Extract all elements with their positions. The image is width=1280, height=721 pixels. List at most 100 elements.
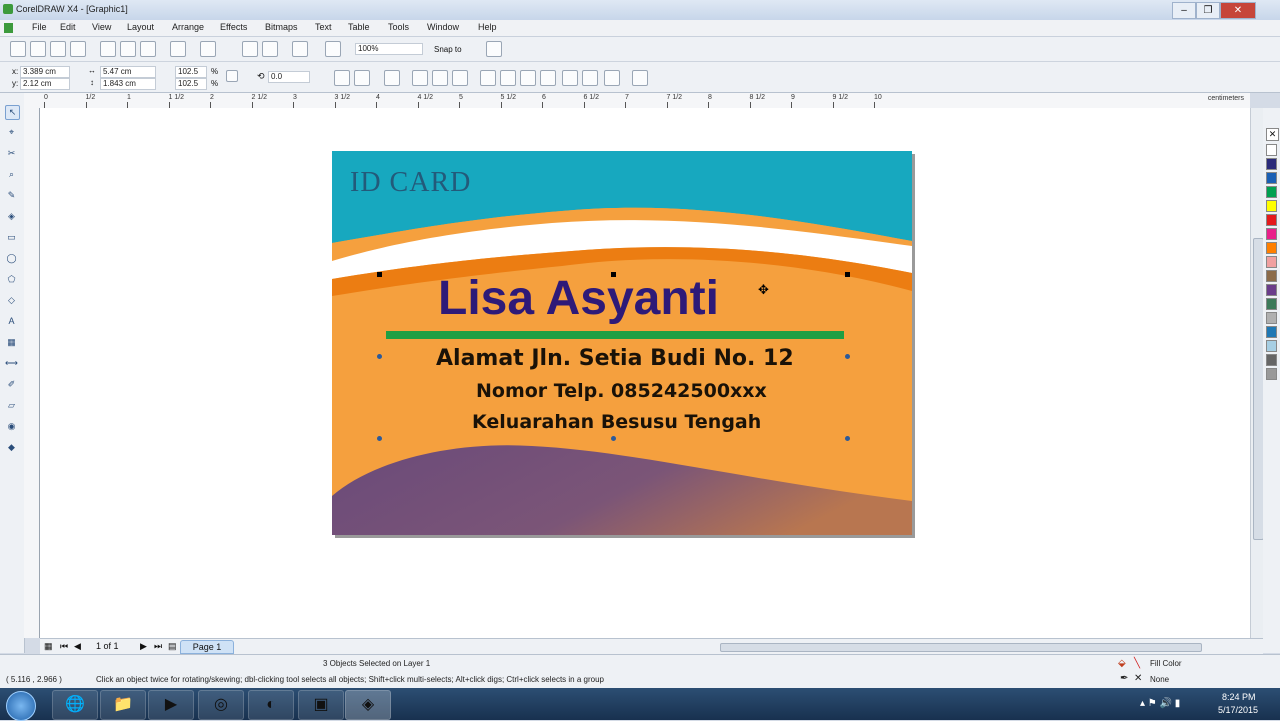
combine-icon[interactable] xyxy=(452,70,468,86)
no-color-swatch[interactable]: ✕ xyxy=(1266,128,1279,141)
color-swatch[interactable] xyxy=(1266,242,1277,254)
lock-ratio-icon[interactable] xyxy=(226,70,238,82)
scale-y-field[interactable]: 102.5 xyxy=(175,78,207,90)
color-swatch[interactable] xyxy=(1266,298,1277,310)
selection-handle[interactable] xyxy=(845,436,850,441)
interactive-fill-tool-icon[interactable]: ◆ xyxy=(5,441,18,454)
selection-handle[interactable] xyxy=(611,436,616,441)
color-swatch[interactable] xyxy=(1266,340,1277,352)
restore-button[interactable]: ❐ xyxy=(1196,2,1220,19)
phone-text[interactable]: Nomor Telp. 085242500xxx xyxy=(476,380,767,402)
color-swatch[interactable] xyxy=(1266,312,1277,324)
export-icon[interactable] xyxy=(262,41,278,57)
menu-view[interactable]: View xyxy=(92,22,111,32)
welcome-screen-icon[interactable] xyxy=(325,41,341,57)
new-document-icon[interactable] xyxy=(10,41,26,57)
group-icon[interactable] xyxy=(384,70,400,86)
application-launcher-icon[interactable] xyxy=(292,41,308,57)
width-field[interactable]: 5.47 cm xyxy=(100,66,156,78)
basic-shapes-tool-icon[interactable]: ◇ xyxy=(5,294,18,307)
rotation-field[interactable]: 0.0 xyxy=(268,71,310,83)
paste-icon[interactable] xyxy=(140,41,156,57)
menu-table[interactable]: Table xyxy=(348,22,370,32)
undo-icon[interactable] xyxy=(170,41,186,57)
mirror-vertical-icon[interactable] xyxy=(354,70,370,86)
page-options-icon[interactable]: ▦ xyxy=(44,641,53,652)
next-page-icon[interactable]: ▶ xyxy=(140,641,147,652)
dimension-tool-icon[interactable]: ⟷ xyxy=(5,357,18,370)
id-card-heading[interactable]: ID CARD xyxy=(350,167,471,199)
color-swatch[interactable] xyxy=(1266,144,1277,156)
ie-icon[interactable]: 🌐 xyxy=(52,690,98,720)
zoom-tool-icon[interactable]: ⌕ xyxy=(5,168,18,181)
trim-icon[interactable] xyxy=(500,70,516,86)
open-icon[interactable] xyxy=(30,41,46,57)
fill-tool-icon[interactable]: ◉ xyxy=(5,420,18,433)
color-swatch[interactable] xyxy=(1266,200,1277,212)
selection-handle[interactable] xyxy=(845,354,850,359)
shape-tool-icon[interactable]: ⌖ xyxy=(5,126,18,139)
video-icon[interactable]: ▣ xyxy=(298,690,344,720)
color-swatch[interactable] xyxy=(1266,270,1277,282)
page-tab[interactable]: Page 1 xyxy=(180,640,234,654)
menu-bitmaps[interactable]: Bitmaps xyxy=(265,22,298,32)
previous-page-icon[interactable]: ◀ xyxy=(74,641,81,652)
weld-icon[interactable] xyxy=(480,70,496,86)
color-swatch[interactable] xyxy=(1266,368,1277,380)
clock-date[interactable]: 5/17/2015 xyxy=(1218,705,1258,715)
options-icon[interactable] xyxy=(486,41,502,57)
id-card-page[interactable]: ID CARD Lisa Asyanti Alamat Jln. Setia B… xyxy=(332,151,912,535)
height-field[interactable]: 1.843 cm xyxy=(100,78,156,90)
selection-handle[interactable] xyxy=(377,436,382,441)
x-position-field[interactable]: 3.389 cm xyxy=(20,66,70,78)
cardholder-name[interactable]: Lisa Asyanti xyxy=(438,271,719,326)
menu-help[interactable]: Help xyxy=(478,22,497,32)
redo-icon[interactable] xyxy=(200,41,216,57)
vertical-ruler[interactable] xyxy=(24,108,40,638)
menu-window[interactable]: Window xyxy=(427,22,459,32)
menu-arrange[interactable]: Arrange xyxy=(172,22,204,32)
smart-fill-tool-icon[interactable]: ◈ xyxy=(5,210,18,223)
address-text[interactable]: Alamat Jln. Setia Budi No. 12 xyxy=(436,346,794,371)
align-distribute-icon[interactable] xyxy=(632,70,648,86)
menu-effects[interactable]: Effects xyxy=(220,22,247,32)
vertical-scrollbar[interactable] xyxy=(1250,108,1264,638)
y-position-field[interactable]: 2.12 cm xyxy=(20,78,70,90)
menu-file[interactable]: File xyxy=(32,22,47,32)
first-page-icon[interactable]: ⏮ xyxy=(60,641,68,652)
outline-tool-icon[interactable]: ▱ xyxy=(5,399,18,412)
selection-handle[interactable] xyxy=(611,272,616,277)
color-swatch[interactable] xyxy=(1266,284,1277,296)
ungroup-icon[interactable] xyxy=(412,70,428,86)
corel-icon[interactable]: ◈ xyxy=(345,690,391,720)
outline-none-icon[interactable]: ✕ xyxy=(1134,673,1142,684)
mirror-horizontal-icon[interactable] xyxy=(334,70,350,86)
save-icon[interactable] xyxy=(50,41,66,57)
folder-icon[interactable]: 📁 xyxy=(100,690,146,720)
back-minus-front-icon[interactable] xyxy=(582,70,598,86)
menu-tools[interactable]: Tools xyxy=(388,22,409,32)
browser-icon[interactable]: ◐ xyxy=(248,690,294,720)
front-minus-back-icon[interactable] xyxy=(562,70,578,86)
color-swatch[interactable] xyxy=(1266,172,1277,184)
menu-layout[interactable]: Layout xyxy=(127,22,154,32)
crop-tool-icon[interactable]: ✂ xyxy=(5,147,18,160)
simplify-icon[interactable] xyxy=(540,70,556,86)
color-swatch[interactable] xyxy=(1266,256,1277,268)
selection-handle[interactable] xyxy=(845,272,850,277)
table-tool-icon[interactable]: ▦ xyxy=(5,336,18,349)
last-page-icon[interactable]: ⏭ xyxy=(154,641,162,652)
clock-time[interactable]: 8:24 PM xyxy=(1222,692,1256,702)
print-icon[interactable] xyxy=(70,41,86,57)
snap-to-menu[interactable]: Snap to xyxy=(434,45,462,54)
ungroup-all-icon[interactable] xyxy=(432,70,448,86)
color-swatch[interactable] xyxy=(1266,186,1277,198)
color-swatch[interactable] xyxy=(1266,158,1277,170)
add-page-icon[interactable]: ▤ xyxy=(168,641,177,652)
pick-tool-icon[interactable]: ↖ xyxy=(5,105,20,120)
import-icon[interactable] xyxy=(242,41,258,57)
media-player-icon[interactable]: ▶ xyxy=(148,690,194,720)
close-button[interactable]: ✕ xyxy=(1220,2,1256,19)
intersect-icon[interactable] xyxy=(520,70,536,86)
menu-edit[interactable]: Edit xyxy=(60,22,76,32)
